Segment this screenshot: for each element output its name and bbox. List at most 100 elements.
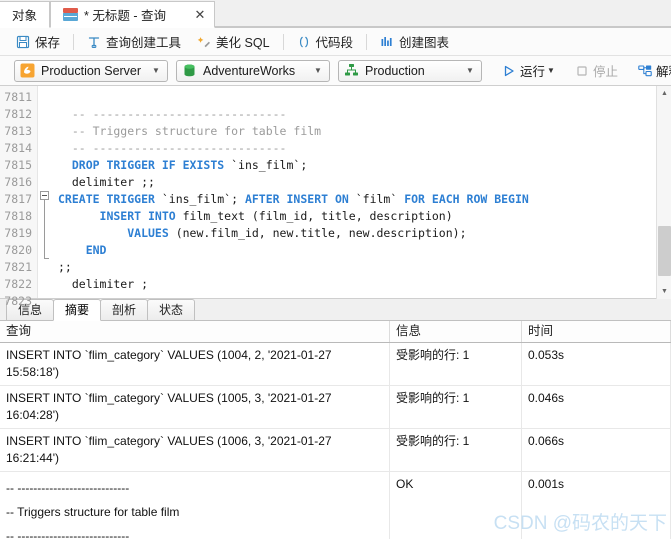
query-builder-icon (87, 35, 101, 49)
query-tab-icon (63, 8, 79, 21)
code-token: `film` (355, 192, 405, 206)
tab-objects-label: 对象 (12, 9, 38, 23)
close-icon[interactable]: ✕ (192, 7, 208, 23)
column-header-query[interactable]: 查询 (0, 321, 390, 342)
sql-editor[interactable]: 7811 7812 7813 7814 7815 7816 7817 7818 7819 7820… (0, 86, 671, 308)
query-builder-button[interactable]: 查询创建工具 (79, 31, 189, 53)
result-tab-2[interactable]: 剖析 (100, 299, 149, 320)
table-row[interactable]: -- ---------------------------- -- Trigg… (0, 472, 671, 539)
result-tab-1[interactable]: 摘要 (53, 299, 102, 321)
scroll-down-icon[interactable]: ▼ (657, 284, 671, 299)
results-grid-body: INSERT INTO `flim_category` VALUES (1004… (0, 343, 671, 539)
code-line[interactable]: delimiter ; (52, 276, 671, 293)
code-token: -- ---------------------------- (58, 107, 287, 121)
cell-time: 0.001s (522, 472, 671, 539)
run-button[interactable]: 运行 ▼ (496, 60, 561, 82)
toolbar-separator (73, 33, 75, 50)
tab-objects[interactable]: 对象 (0, 1, 51, 28)
code-line[interactable]: CREATE TRIGGER `ins_film`; AFTER INSERT … (52, 191, 671, 208)
line-number: 7822 (4, 277, 32, 291)
results-grid[interactable]: 查询 信息 时间 INSERT INTO `flim_category` VAL… (0, 321, 671, 539)
explain-button[interactable]: 解释 (632, 60, 671, 82)
server-select[interactable]: Production Server ▼ (14, 59, 168, 82)
code-snippet-button[interactable]: 代码段 (289, 31, 362, 53)
tabbar-filler (214, 0, 671, 27)
line-number: 7823 (4, 294, 32, 308)
line-number: 7819 (4, 226, 32, 240)
scroll-up-icon[interactable]: ▲ (657, 86, 671, 101)
chevron-down-icon[interactable]: ▼ (461, 66, 479, 75)
chevron-down-icon[interactable]: ▼ (309, 66, 327, 75)
code-token: ;; (58, 260, 72, 274)
fold-bracket-line (44, 200, 49, 259)
window-tabbar: 对象 * 无标题 - 查询 ✕ (0, 0, 671, 28)
editor-vertical-scrollbar[interactable]: ▲ ▼ (656, 86, 671, 299)
table-row[interactable]: INSERT INTO `flim_category` VALUES (1005… (0, 386, 671, 429)
beautify-sql-button[interactable]: 美化 SQL (189, 31, 278, 53)
code-line[interactable] (52, 293, 671, 298)
fold-toggle-icon[interactable] (40, 191, 49, 200)
line-number: 7821 (4, 260, 32, 274)
cell-info: OK (390, 472, 522, 539)
code-line[interactable]: -- Triggers structure for table film (52, 123, 671, 140)
chevron-down-icon[interactable]: ▼ (547, 66, 555, 75)
code-token: delimiter ;; (58, 175, 155, 189)
code-snippet-label: 代码段 (315, 36, 354, 50)
table-row[interactable]: INSERT INTO `flim_category` VALUES (1006… (0, 429, 671, 472)
line-number: 7815 (4, 158, 32, 172)
table-row[interactable]: INSERT INTO `flim_category` VALUES (1004… (0, 343, 671, 386)
code-line[interactable]: delimiter ;; (52, 174, 671, 191)
schema-select-value: Production (365, 63, 425, 78)
create-chart-button[interactable]: 创建图表 (372, 31, 457, 53)
code-token: `ins_film`; (231, 158, 308, 172)
result-tabbar: 信息 摘要 剖析 状态 (0, 299, 671, 321)
results-grid-header: 查询 信息 时间 (0, 321, 671, 343)
line-number: 7820 (4, 243, 32, 257)
code-token: -- Triggers structure for table film (58, 124, 322, 138)
schema-select[interactable]: Production ▼ (338, 59, 482, 82)
code-token: delimiter ; (58, 277, 149, 291)
stop-square-icon (575, 64, 589, 78)
chevron-down-icon[interactable]: ▼ (147, 66, 165, 75)
query-builder-label: 查询创建工具 (106, 36, 182, 50)
scrollbar-thumb[interactable] (658, 226, 671, 276)
database-select[interactable]: AdventureWorks ▼ (176, 59, 330, 82)
run-triangle-icon (502, 64, 516, 78)
code-line[interactable]: DROP TRIGGER IF EXISTS `ins_film`; (52, 157, 671, 174)
code-line[interactable]: ;; (52, 259, 671, 276)
beautify-sql-label: 美化 SQL (216, 36, 270, 50)
editor-fold-column[interactable] (38, 86, 52, 298)
cell-time: 0.053s (522, 343, 671, 385)
code-token: -- ---------------------------- (58, 141, 287, 155)
code-line[interactable]: END (52, 242, 671, 259)
column-header-info[interactable]: 信息 (390, 321, 522, 342)
server-select-value: Production Server (41, 63, 142, 78)
beautify-sql-icon (197, 35, 211, 49)
result-tab-3[interactable]: 状态 (147, 299, 196, 320)
code-line[interactable]: INSERT INTO film_text (film_id, title, d… (52, 208, 671, 225)
toolbar-separator (366, 33, 368, 50)
create-chart-icon (380, 35, 394, 49)
column-header-time[interactable]: 时间 (522, 321, 671, 342)
save-button[interactable]: 保存 (8, 31, 68, 53)
server-icon (20, 63, 35, 78)
mysql-client-window: 对象 * 无标题 - 查询 ✕ 保存 查询创建工具 美化 SQL 代码段 创建图… (0, 0, 671, 551)
create-chart-label: 创建图表 (399, 36, 450, 50)
code-line[interactable] (52, 89, 671, 106)
schema-icon (344, 63, 359, 78)
stop-button[interactable]: 停止 (569, 60, 624, 82)
code-line[interactable]: VALUES (new.film_id, new.title, new.desc… (52, 225, 671, 242)
cell-query: INSERT INTO `flim_category` VALUES (1006… (0, 429, 390, 471)
connection-bar: Production Server ▼ AdventureWorks ▼ Pro… (0, 56, 671, 86)
save-button-label: 保存 (35, 36, 61, 50)
code-line[interactable]: -- ---------------------------- (52, 106, 671, 123)
database-select-value: AdventureWorks (203, 63, 296, 78)
editor-code-area[interactable]: -- ---------------------------- -- Trigg… (52, 86, 671, 298)
cell-query: INSERT INTO `flim_category` VALUES (1004… (0, 343, 390, 385)
explain-button-label: 解释 (655, 65, 671, 79)
tab-untitled-query[interactable]: * 无标题 - 查询 ✕ (50, 1, 215, 28)
code-line[interactable]: -- ---------------------------- (52, 140, 671, 157)
code-token: DROP TRIGGER IF EXISTS (58, 158, 232, 172)
line-number: 7811 (4, 90, 32, 104)
toolbar-separator (282, 33, 284, 50)
